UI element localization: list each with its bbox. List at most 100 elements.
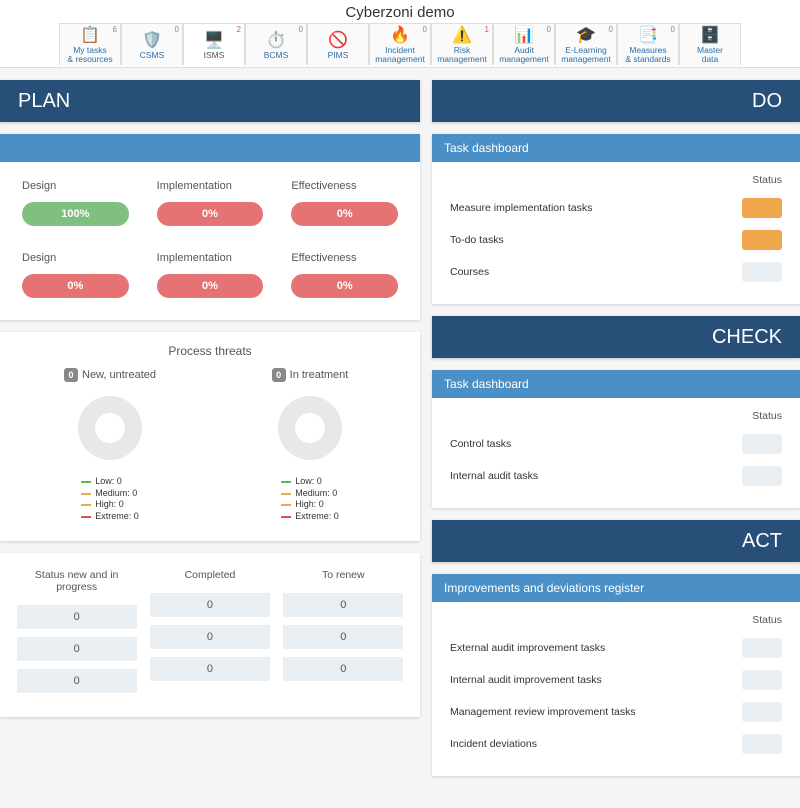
chart-legend: Low: 0Medium: 0High: 0Extreme: 0 — [81, 476, 139, 523]
status-chip[interactable] — [742, 262, 782, 282]
count-badge: 0 — [64, 368, 78, 382]
status-value[interactable]: 0 — [17, 637, 137, 661]
donut-chart — [78, 396, 142, 460]
legend-swatch — [81, 504, 91, 506]
status-chip[interactable] — [742, 734, 782, 754]
tab-master[interactable]: 🗄️Masterdata — [679, 23, 741, 65]
legend-swatch — [81, 516, 91, 518]
tab-icon: 🛡️ — [142, 30, 162, 50]
threat-column: 0New, untreated Low: 0Medium: 0High: 0Ext… — [20, 368, 200, 523]
plan-card: Design100%Implementation0%Effectiveness0… — [0, 134, 420, 320]
status-chip[interactable] — [742, 198, 782, 218]
status-value[interactable]: 0 — [283, 625, 403, 649]
legend-swatch — [81, 493, 91, 495]
legend-swatch — [281, 516, 291, 518]
status-columns: Status new and in progress000Completed00… — [0, 553, 420, 717]
tab-incident[interactable]: 0🔥Incidentmanagement — [369, 23, 431, 65]
status-heading: Completed — [150, 569, 270, 581]
threats-title: Process threats — [10, 344, 410, 358]
status-column: Status new and in progress000 — [17, 569, 137, 701]
plan-cell: Effectiveness0% — [291, 252, 398, 298]
legend-item: Extreme: 0 — [81, 511, 139, 523]
tab-label: PIMS — [328, 51, 349, 60]
legend-swatch — [281, 504, 291, 506]
status-chip[interactable] — [742, 434, 782, 454]
tab-bcms[interactable]: 0⏱️BCMS — [245, 23, 307, 65]
status-chip[interactable] — [742, 466, 782, 486]
status-value[interactable]: 0 — [283, 593, 403, 617]
task-row: Measure implementation tasks — [450, 192, 782, 224]
task-label: Measure implementation tasks — [450, 202, 592, 214]
plan-cell-pill: 0% — [291, 202, 398, 226]
do-body: StatusMeasure implementation tasksTo-do … — [432, 162, 800, 304]
tab-label: Measures& standards — [625, 46, 670, 64]
status-value[interactable]: 0 — [150, 625, 270, 649]
task-label: Management review improvement tasks — [450, 706, 636, 718]
task-row: Management review improvement tasks — [450, 696, 782, 728]
tab-isms[interactable]: 2🖥️ISMS — [183, 23, 245, 65]
status-value[interactable]: 0 — [150, 593, 270, 617]
app-title: Cyberzoni demo — [0, 0, 800, 23]
task-label: Incident deviations — [450, 738, 537, 750]
tab-badge: 2 — [237, 25, 241, 34]
tab-icon: 🗄️ — [700, 25, 720, 45]
threats-columns: 0New, untreatedLow: 0Medium: 0High: 0Ext… — [10, 368, 410, 523]
task-row: To-do tasks — [450, 224, 782, 256]
check-band: CHECK — [432, 316, 800, 358]
task-label: To-do tasks — [450, 234, 504, 246]
task-label: Internal audit tasks — [450, 470, 538, 482]
status-chip[interactable] — [742, 702, 782, 722]
act-card-header: Improvements and deviations register — [432, 574, 800, 602]
tab-label: CSMS — [140, 51, 165, 60]
threats-card: Process threats 0New, untreatedLow: 0Med… — [0, 332, 420, 541]
legend-item: High: 0 — [81, 499, 139, 511]
legend-item: Low: 0 — [81, 476, 139, 488]
tab-badge: 0 — [423, 25, 427, 34]
tab-my-tasks[interactable]: 6📋My tasks& resources — [59, 23, 121, 65]
tab-icon: 📑 — [638, 25, 658, 45]
count-badge: 0 — [272, 368, 286, 382]
right-column: DO Task dashboard StatusMeasure implemen… — [432, 80, 800, 808]
tab-icon: ⚠️ — [452, 25, 472, 45]
tab-badge: 1 — [485, 25, 489, 34]
act-body: StatusExternal audit improvement tasksIn… — [432, 602, 800, 776]
plan-cell-pill: 0% — [157, 274, 264, 298]
task-row: Internal audit improvement tasks — [450, 664, 782, 696]
tab-icon: 📊 — [514, 25, 534, 45]
tab-icon: ⏱️ — [266, 30, 286, 50]
status-column: Completed 0 0 0 — [150, 569, 270, 701]
tab-risk[interactable]: 1⚠️Riskmanagement — [431, 23, 493, 65]
status-column: To renew000 — [283, 569, 403, 701]
status-chip[interactable] — [742, 638, 782, 658]
task-row: Courses — [450, 256, 782, 288]
plan-cell-pill: 0% — [22, 274, 129, 298]
tab-badge: 0 — [609, 25, 613, 34]
tab-badge: 0 — [299, 25, 303, 34]
plan-cell-label: Implementation — [157, 180, 264, 192]
tab-audit[interactable]: 0📊Auditmanagement — [493, 23, 555, 65]
tab-badge: 0 — [175, 25, 179, 34]
status-value[interactable]: 0 — [150, 657, 270, 681]
tab-label: E-Learningmanagement — [561, 46, 611, 64]
threat-label: 0In treatment — [272, 368, 349, 382]
task-row: Incident deviations — [450, 728, 782, 760]
act-band: ACT — [432, 520, 800, 562]
legend-item: Medium: 0 — [81, 488, 139, 500]
main-tabbar: 6📋My tasks& resources0🛡️CSMS2🖥️ISMS0⏱️BC… — [0, 23, 800, 67]
status-value[interactable]: 0 — [17, 669, 137, 693]
tab-csms[interactable]: 0 🛡️CSMS — [121, 23, 183, 65]
task-row: Control tasks — [450, 428, 782, 460]
status-chip[interactable] — [742, 670, 782, 690]
plan-cell: Design100% — [22, 180, 129, 226]
status-chip[interactable] — [742, 230, 782, 250]
status-value[interactable]: 0 — [283, 657, 403, 681]
tab-label: Auditmanagement — [499, 46, 549, 64]
threat-label: 0New, untreated — [64, 368, 156, 382]
plan-cell-pill: 0% — [291, 274, 398, 298]
tab-e-learning[interactable]: 0🎓E-Learningmanagement — [555, 23, 617, 65]
tab-measures[interactable]: 0📑Measures& standards — [617, 23, 679, 65]
legend-item: Low: 0 — [281, 476, 339, 488]
tab-pims[interactable]: 🚫PIMS — [307, 23, 369, 65]
status-value[interactable]: 0 — [17, 605, 137, 629]
plan-cell-pill: 0% — [157, 202, 264, 226]
